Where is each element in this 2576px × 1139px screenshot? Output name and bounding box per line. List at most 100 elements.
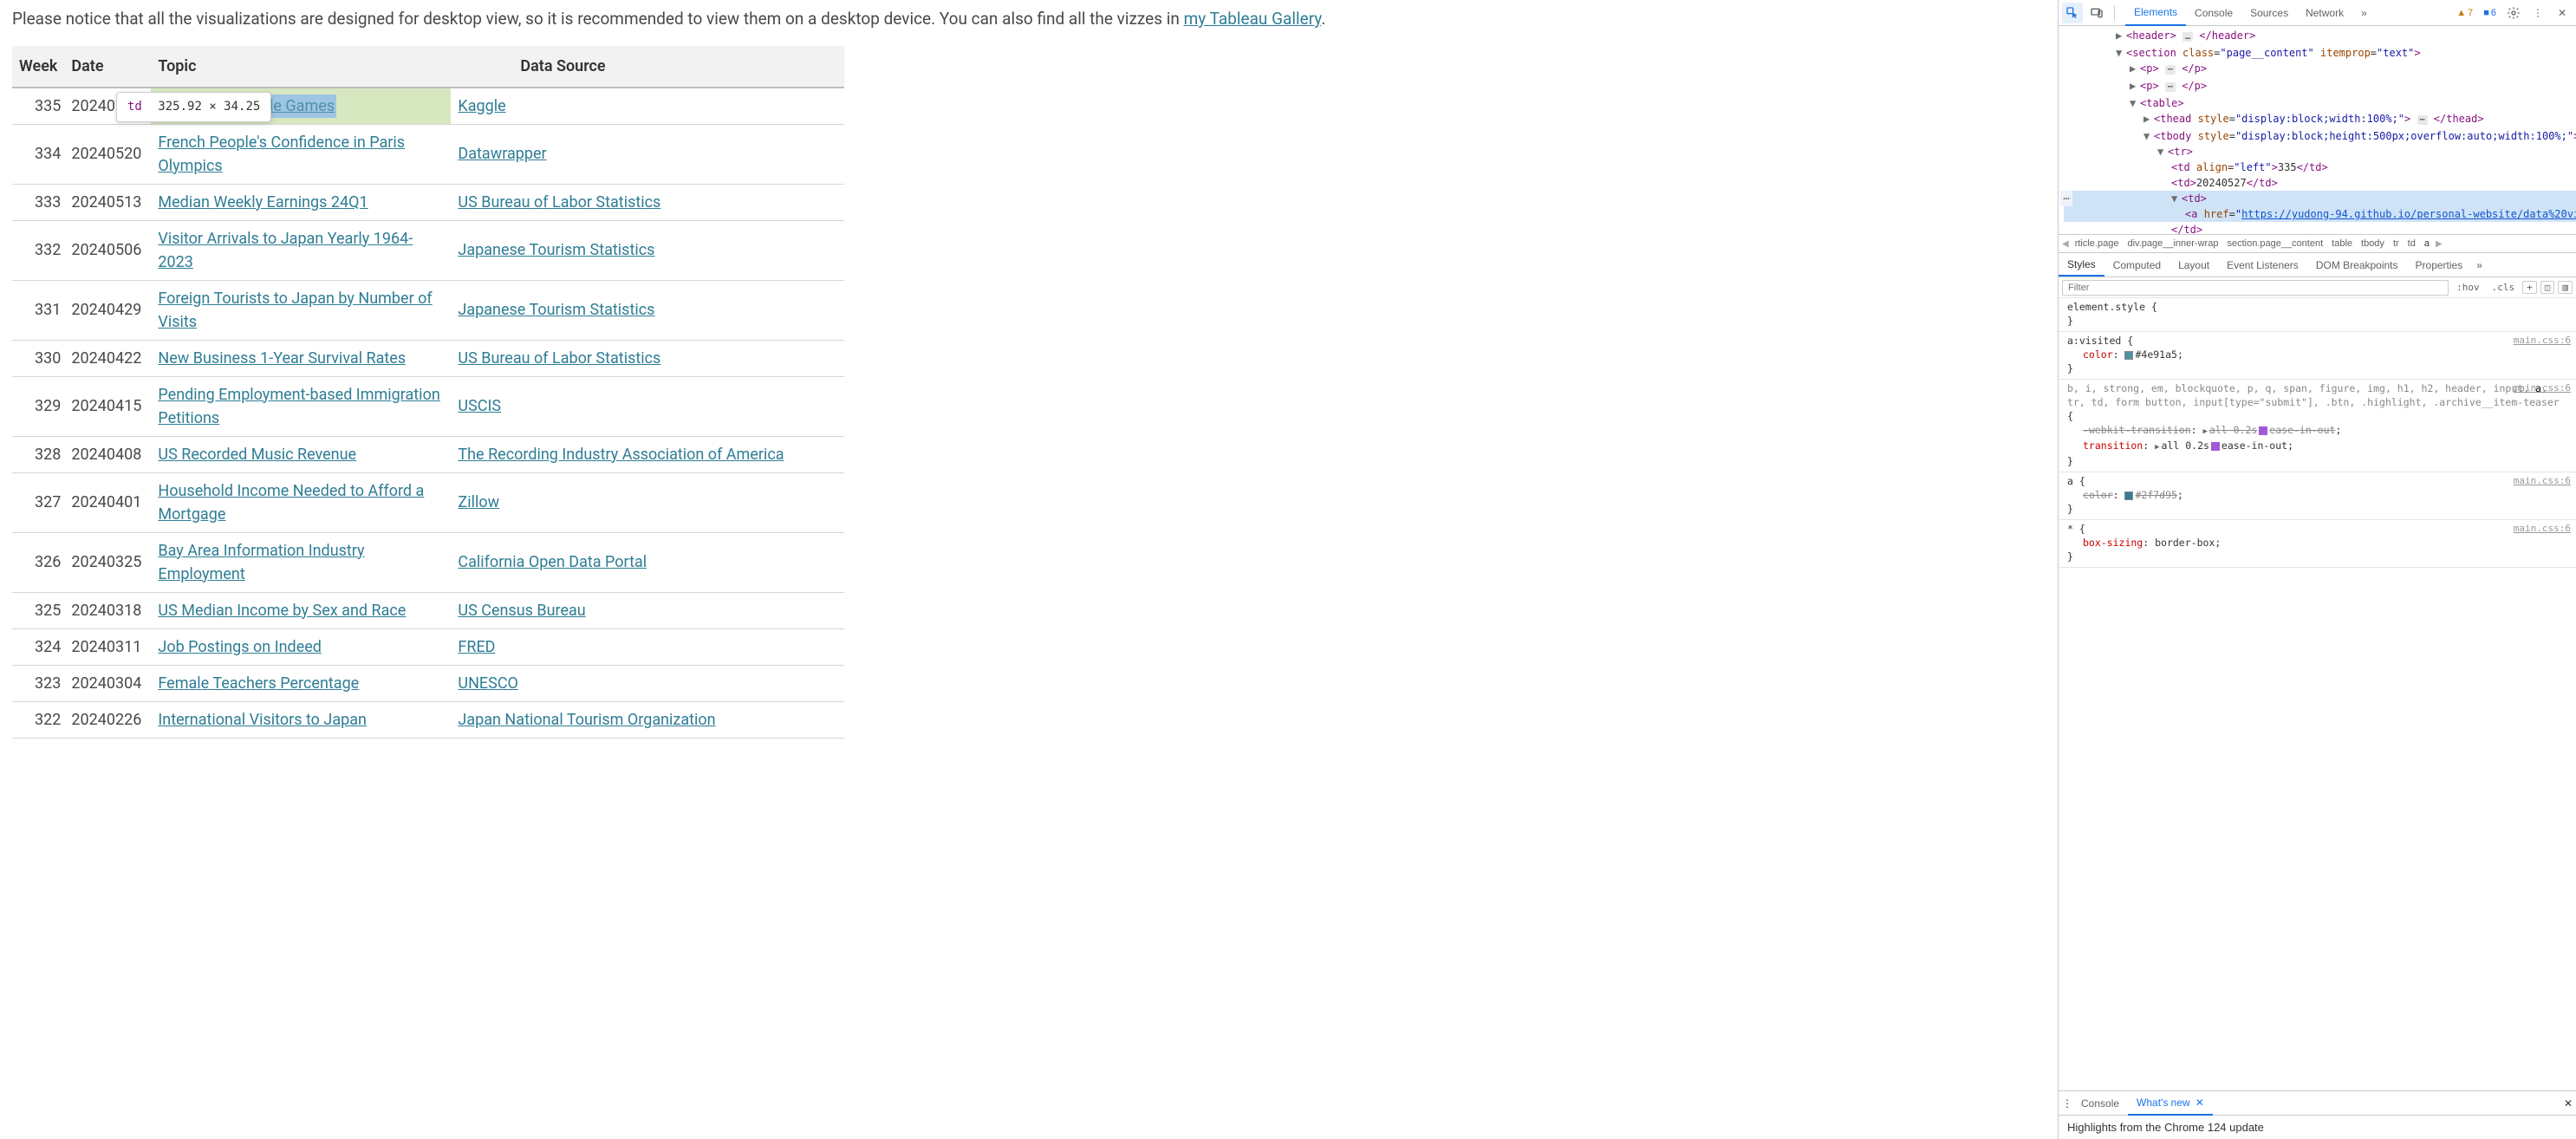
drawer-kebab-icon[interactable]: ⋮ <box>2062 1097 2072 1110</box>
device-icon[interactable] <box>2086 3 2107 23</box>
cell-source: US Bureau of Labor Statistics <box>451 340 844 376</box>
cell-source: Japanese Tourism Statistics <box>451 280 844 340</box>
computed-icon[interactable]: ◫ <box>2540 281 2555 294</box>
bc-left-icon[interactable]: ◀ <box>2060 239 2071 249</box>
topic-link[interactable]: Median Weekly Earnings 24Q1 <box>158 193 368 212</box>
stab-computed[interactable]: Computed <box>2104 253 2169 277</box>
cell-week: 335 <box>12 88 64 125</box>
source-link[interactable]: US Bureau of Labor Statistics <box>458 193 660 212</box>
bc-item[interactable]: rticle.page <box>2071 238 2124 249</box>
source-link[interactable]: Kaggle <box>458 97 505 115</box>
source-link[interactable]: Zillow <box>458 493 499 511</box>
topic-link[interactable]: Bay Area Information Industry Employment <box>158 542 364 583</box>
bc-item[interactable]: div.page__inner-wrap <box>2123 238 2222 249</box>
gallery-link[interactable]: my Tableau Gallery <box>1184 9 1322 29</box>
warnings-badge[interactable]: ▲7 <box>2453 8 2476 18</box>
styles-tabs: Styles Computed Layout Event Listeners D… <box>2059 253 2576 277</box>
drawer-close-icon[interactable]: ✕ <box>2564 1097 2573 1110</box>
stab-props[interactable]: Properties <box>2407 253 2472 277</box>
topic-link[interactable]: French People's Confidence in Paris Olym… <box>158 133 405 175</box>
cell-week: 322 <box>12 701 64 738</box>
bc-right-icon[interactable]: ▶ <box>2434 239 2444 249</box>
cell-topic: International Visitors to Japan <box>151 701 451 738</box>
styles-pane[interactable]: element.style {}main.css:6a:visited {col… <box>2059 298 2576 1090</box>
cell-date: 20240429 <box>64 280 151 340</box>
table-row: 32220240226International Visitors to Jap… <box>12 701 844 738</box>
sidebar-icon[interactable]: ▥ <box>2558 281 2573 294</box>
tab-elements[interactable]: Elements <box>2125 0 2186 26</box>
cell-topic: New Business 1-Year Survival Rates <box>151 340 451 376</box>
cell-source: FRED <box>451 628 844 665</box>
stab-dombp[interactable]: DOM Breakpoints <box>2307 253 2407 277</box>
bc-item[interactable]: td <box>2404 238 2420 249</box>
hov-toggle[interactable]: :hov <box>2452 281 2484 294</box>
source-link[interactable]: FRED <box>458 638 495 656</box>
stab-listeners[interactable]: Event Listeners <box>2218 253 2307 277</box>
source-link[interactable]: California Open Data Portal <box>458 553 647 571</box>
stab-layout[interactable]: Layout <box>2169 253 2218 277</box>
topic-link[interactable]: International Visitors to Japan <box>158 711 367 729</box>
cell-topic: Female Teachers Percentage <box>151 665 451 701</box>
drawer: ⋮ Console What's new ✕ ✕ Highlights from… <box>2059 1090 2576 1139</box>
bc-item[interactable]: tbody <box>2357 238 2389 249</box>
source-link[interactable]: The Recording Industry Association of Am… <box>458 446 784 464</box>
cell-source: Kaggle <box>451 88 844 125</box>
source-link[interactable]: US Bureau of Labor Statistics <box>458 349 660 368</box>
topic-link[interactable]: US Median Income by Sex and Race <box>158 602 406 620</box>
dom-tree[interactable]: ▶<header> … </header> ▼<section class="p… <box>2059 26 2576 234</box>
tab-more[interactable]: » <box>2352 0 2376 26</box>
kebab-icon[interactable]: ⋮ <box>2527 3 2548 23</box>
cls-toggle[interactable]: .cls <box>2488 281 2520 294</box>
source-link[interactable]: Japan National Tourism Organization <box>458 711 715 729</box>
cell-source: The Recording Industry Association of Am… <box>451 436 844 472</box>
bc-item[interactable]: table <box>2327 238 2357 249</box>
topic-link[interactable]: Household Income Needed to Afford a Mort… <box>158 482 424 524</box>
col-week: Week <box>12 46 64 88</box>
topic-link[interactable]: US Recorded Music Revenue <box>158 446 356 464</box>
new-rule-icon[interactable]: + <box>2522 281 2537 294</box>
cell-date: 20240415 <box>64 376 151 436</box>
inspect-icon[interactable] <box>2062 3 2083 23</box>
topic-link[interactable]: Pending Employment-based Immigration Pet… <box>158 386 439 427</box>
dom-href-link[interactable]: https://yudong-94.github.io/personal-web… <box>2241 208 2576 220</box>
topic-link[interactable]: Female Teachers Percentage <box>158 674 359 693</box>
bc-item[interactable]: a <box>2420 238 2434 249</box>
topic-link[interactable]: New Business 1-Year Survival Rates <box>158 349 406 368</box>
cell-topic: Job Postings on Indeed <box>151 628 451 665</box>
tab-console[interactable]: Console <box>2186 0 2241 26</box>
source-link[interactable]: UNESCO <box>458 674 518 693</box>
close-tab-icon[interactable]: ✕ <box>2195 1097 2204 1109</box>
tab-network[interactable]: Network <box>2297 0 2352 26</box>
bc-item[interactable]: tr <box>2389 238 2404 249</box>
topic-link[interactable]: Foreign Tourists to Japan by Number of V… <box>158 290 432 331</box>
source-link[interactable]: USCIS <box>458 397 501 415</box>
gear-icon[interactable] <box>2503 3 2524 23</box>
bc-item[interactable]: section.page__content <box>2222 238 2327 249</box>
cell-week: 325 <box>12 592 64 628</box>
topic-link[interactable]: Visitor Arrivals to Japan Yearly 1964-20… <box>158 230 413 271</box>
styles-filter-row: :hov .cls + ◫ ▥ <box>2059 277 2576 298</box>
source-link[interactable]: Datawrapper <box>458 145 546 163</box>
cell-date: 20240311 <box>64 628 151 665</box>
table-row: 33220240506Visitor Arrivals to Japan Yea… <box>12 220 844 280</box>
tooltip-dims: 325.92 × 34.25 <box>158 100 260 114</box>
topic-link[interactable]: Job Postings on Indeed <box>158 638 322 656</box>
drawer-tab-whatsnew[interactable]: What's new ✕ <box>2128 1091 2213 1116</box>
table-row: 32620240325Bay Area Information Industry… <box>12 532 844 592</box>
issues-badge[interactable]: ■6 <box>2480 8 2500 18</box>
table-row: 32920240415Pending Employment-based Immi… <box>12 376 844 436</box>
source-link[interactable]: Japanese Tourism Statistics <box>458 241 654 259</box>
close-icon[interactable]: ✕ <box>2552 3 2573 23</box>
table-row: 32420240311Job Postings on IndeedFRED <box>12 628 844 665</box>
source-link[interactable]: US Census Bureau <box>458 602 585 620</box>
drawer-tab-console[interactable]: Console <box>2072 1091 2128 1116</box>
stab-more-icon[interactable]: » <box>2471 253 2488 277</box>
cell-source: US Census Bureau <box>451 592 844 628</box>
cell-source: US Bureau of Labor Statistics <box>451 184 844 220</box>
cell-week: 326 <box>12 532 64 592</box>
tab-sources[interactable]: Sources <box>2241 0 2297 26</box>
styles-filter-input[interactable] <box>2062 280 2449 296</box>
stab-styles[interactable]: Styles <box>2059 253 2104 277</box>
source-link[interactable]: Japanese Tourism Statistics <box>458 301 654 319</box>
cell-week: 328 <box>12 436 64 472</box>
